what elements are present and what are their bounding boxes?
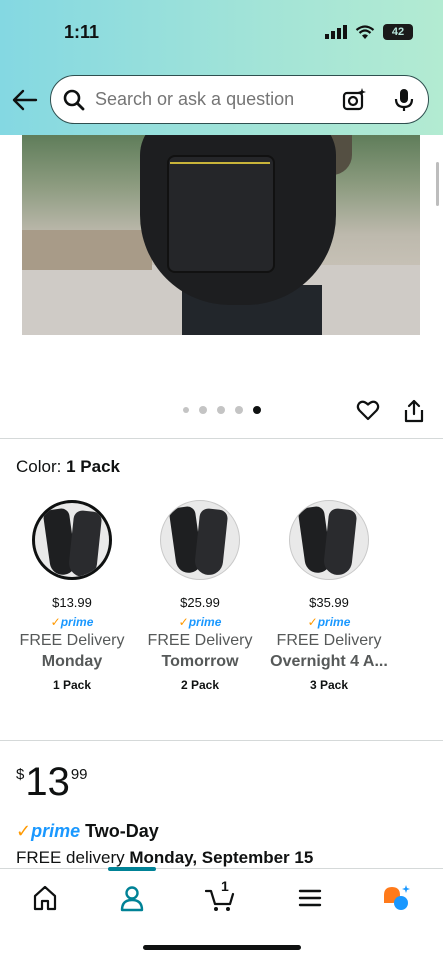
variant-option-2-pack[interactable]: $25.99 ✓prime FREE Delivery Tomorrow 2 P… bbox=[140, 500, 260, 692]
price-fraction: 99 bbox=[70, 766, 88, 783]
gallery-dot[interactable] bbox=[199, 406, 207, 414]
color-label-text: Color: bbox=[16, 457, 62, 476]
header-bar: 1:11 42 bbox=[0, 0, 443, 135]
delivery-date: Monday, September 15 bbox=[129, 848, 314, 867]
gallery-dot-active[interactable] bbox=[253, 406, 261, 414]
variant-pack-label: 2 Pack bbox=[180, 678, 220, 692]
image-bag-pocket bbox=[167, 155, 275, 273]
search-input[interactable] bbox=[95, 89, 325, 110]
price-whole: 13 bbox=[25, 760, 70, 804]
battery-icon: 42 bbox=[383, 24, 413, 40]
prime-badge: ✓prime bbox=[178, 615, 222, 629]
image-bag-zipper bbox=[170, 162, 270, 164]
status-icons: 42 bbox=[325, 24, 413, 40]
prime-check-icon: ✓ bbox=[16, 821, 32, 841]
microphone-icon[interactable] bbox=[394, 88, 414, 112]
status-time: 1:11 bbox=[64, 22, 100, 42]
home-indicator bbox=[143, 945, 301, 950]
camera-search-icon[interactable] bbox=[342, 88, 366, 112]
prime-delivery-badge: ✓ prime Two-Day bbox=[16, 821, 159, 842]
price-currency: $ bbox=[16, 766, 25, 783]
prime-badge: ✓prime bbox=[307, 615, 351, 629]
share-icon[interactable] bbox=[403, 399, 425, 423]
account-icon[interactable] bbox=[117, 883, 147, 913]
variant-delivery-day: Tomorrow bbox=[161, 653, 239, 670]
prime-check-icon: ✓ bbox=[307, 615, 318, 629]
search-icon bbox=[63, 89, 85, 110]
gallery-dots[interactable] bbox=[183, 406, 261, 414]
product-price: $ 13 99 bbox=[16, 762, 88, 802]
cart-count-badge: 1 bbox=[221, 878, 229, 894]
divider bbox=[0, 438, 443, 439]
prime-check-icon: ✓ bbox=[178, 615, 189, 629]
menu-icon[interactable] bbox=[295, 883, 325, 913]
variant-thumbnail[interactable] bbox=[289, 500, 369, 580]
variant-price: $35.99 bbox=[309, 595, 349, 610]
rufus-assistant-icon[interactable] bbox=[381, 883, 411, 913]
battery-level: 42 bbox=[391, 26, 405, 38]
wifi-icon bbox=[355, 24, 375, 39]
variant-delivery-day: Monday bbox=[41, 653, 103, 670]
prime-logo: prime bbox=[31, 821, 81, 841]
variant-thumbnail[interactable] bbox=[32, 500, 112, 580]
color-label: Color: 1 Pack bbox=[16, 457, 120, 477]
search-bar[interactable] bbox=[50, 75, 429, 124]
bottom-navigation: 1 bbox=[0, 867, 443, 960]
cellular-signal-icon bbox=[325, 25, 347, 39]
heart-icon[interactable] bbox=[356, 398, 380, 422]
variant-delivery: FREE Delivery bbox=[19, 632, 125, 649]
prime-check-icon: ✓ bbox=[50, 615, 61, 629]
cart-icon[interactable] bbox=[205, 883, 235, 913]
gallery-dot[interactable] bbox=[183, 407, 189, 413]
variant-option-3-pack[interactable]: $35.99 ✓prime FREE Delivery Overnight 4 … bbox=[269, 500, 389, 692]
product-image[interactable] bbox=[22, 135, 420, 335]
delivery-info: FREE delivery Monday, September 15 bbox=[16, 848, 313, 868]
variant-pack-label: 3 Pack bbox=[309, 678, 349, 692]
variant-delivery: FREE Delivery bbox=[147, 632, 253, 649]
divider bbox=[0, 740, 443, 741]
free-delivery-text: FREE delivery bbox=[16, 848, 125, 867]
scroll-indicator bbox=[436, 162, 439, 206]
variant-option-1-pack[interactable]: $13.99 ✓prime FREE Delivery Monday 1 Pac… bbox=[12, 500, 132, 692]
delivery-speed: Two-Day bbox=[85, 821, 159, 841]
image-bench bbox=[22, 230, 152, 270]
variant-pack-label: 1 Pack bbox=[52, 678, 92, 692]
variant-delivery: FREE Delivery bbox=[276, 632, 382, 649]
back-arrow-icon[interactable] bbox=[12, 88, 38, 112]
prime-badge: ✓prime bbox=[50, 615, 94, 629]
active-tab-indicator bbox=[108, 867, 156, 871]
variant-thumbnail[interactable] bbox=[160, 500, 240, 580]
color-selected-value: 1 Pack bbox=[66, 457, 120, 476]
gallery-dot[interactable] bbox=[235, 406, 243, 414]
gallery-dot[interactable] bbox=[217, 406, 225, 414]
variant-delivery-day: Overnight 4 A... bbox=[270, 653, 388, 670]
home-icon[interactable] bbox=[30, 883, 60, 913]
variant-price: $25.99 bbox=[180, 595, 220, 610]
variant-price: $13.99 bbox=[52, 595, 92, 610]
